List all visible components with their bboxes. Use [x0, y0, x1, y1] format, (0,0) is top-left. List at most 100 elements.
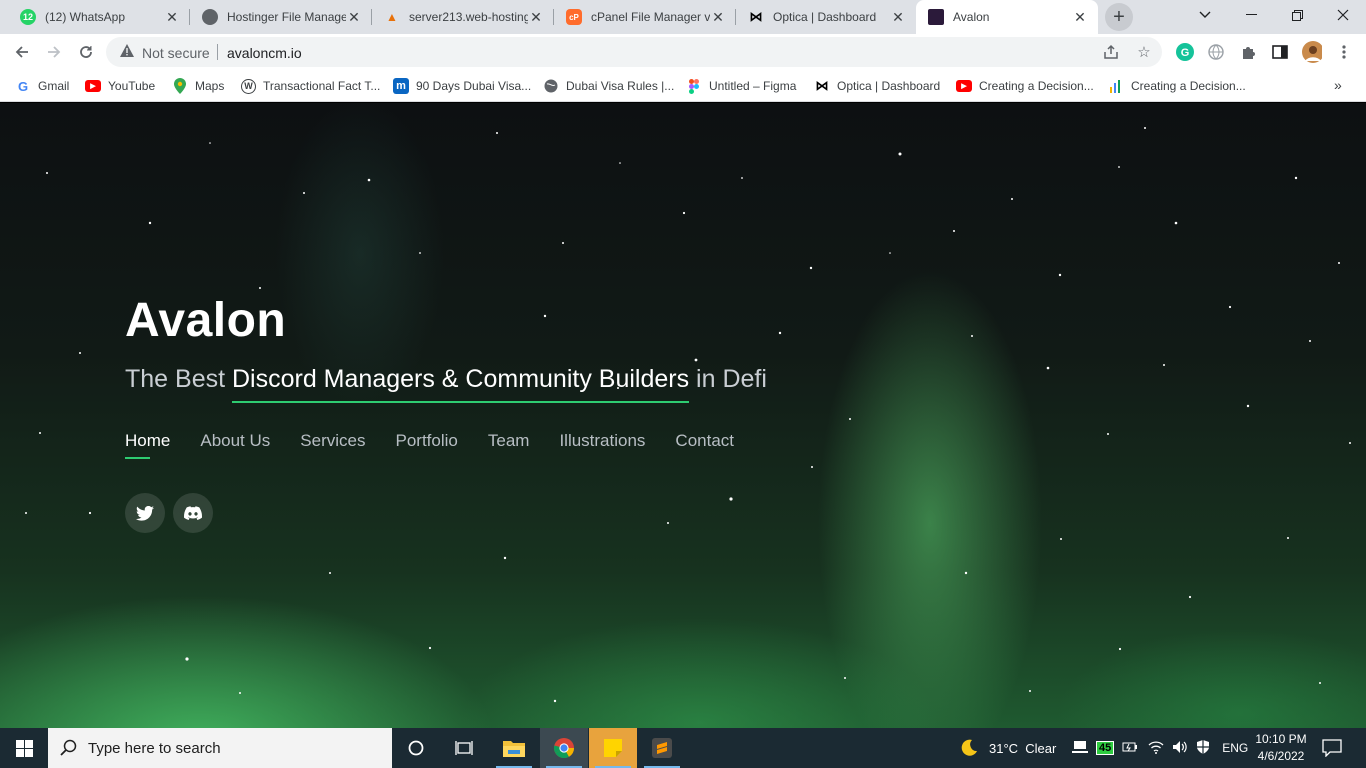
tray-badge[interactable]: 45 — [1096, 741, 1115, 755]
bookmark-maps[interactable]: Maps — [172, 77, 224, 95]
security-shield-icon[interactable] — [1196, 739, 1210, 758]
nav-home[interactable]: Home — [125, 431, 170, 459]
bookmark-label: Creating a Decision... — [1131, 79, 1246, 93]
minimize-button[interactable] — [1228, 0, 1274, 30]
discord-button[interactable] — [173, 493, 213, 533]
sticky-notes-button[interactable] — [589, 728, 637, 768]
chrome-button[interactable] — [540, 728, 588, 768]
file-explorer-button[interactable] — [490, 728, 538, 768]
close-icon[interactable]: ✕ — [528, 9, 544, 26]
nav-about-us[interactable]: About Us — [200, 431, 270, 451]
site-nav: Home About Us Services Portfolio Team Il… — [125, 431, 764, 459]
close-icon[interactable]: ✕ — [346, 9, 362, 26]
bookmark-dubai-visa[interactable]: Dubai Visa Rules |... — [543, 77, 674, 95]
profile-avatar[interactable] — [1302, 41, 1322, 63]
extensions-puzzle-icon[interactable] — [1238, 42, 1258, 62]
m-logo-icon: m — [393, 78, 409, 94]
clock[interactable]: 10:10 PM 4/6/2022 — [1250, 731, 1312, 765]
nav-services[interactable]: Services — [300, 431, 365, 451]
taskbar-search[interactable]: Type here to search — [48, 728, 392, 768]
tab-whatsapp[interactable]: 12 (12) WhatsApp ✕ — [8, 0, 190, 34]
nav-team[interactable]: Team — [488, 431, 530, 451]
address-bar[interactable]: Not secure avaloncm.io ☆ — [106, 37, 1162, 67]
forward-button[interactable] — [40, 38, 68, 66]
hero-section: Avalon The Best Discord Managers & Commu… — [0, 103, 1366, 728]
weather-text: 31°C Clear — [989, 740, 1057, 756]
network-drive-icon[interactable] — [1072, 740, 1088, 757]
figma-icon — [686, 78, 702, 94]
tab-title: (12) WhatsApp — [45, 10, 126, 24]
tab-server213[interactable]: ▲ server213.web-hosting ✕ — [372, 0, 554, 34]
security-label[interactable]: Not secure — [142, 45, 210, 61]
bookmark-figma[interactable]: Untitled – Figma — [686, 77, 796, 95]
language-indicator[interactable]: ENG — [1222, 741, 1248, 755]
restore-button[interactable] — [1274, 0, 1320, 30]
bookmark-gmail[interactable]: G Gmail — [15, 77, 69, 95]
bookmark-label: Optica | Dashboard — [837, 79, 941, 93]
chart-icon — [1108, 78, 1124, 94]
side-panel-icon[interactable] — [1270, 42, 1290, 62]
menu-kebab-icon[interactable] — [1334, 42, 1354, 62]
warning-icon[interactable] — [119, 43, 135, 64]
wifi-icon[interactable] — [1148, 740, 1164, 757]
tab-title: Optica | Dashboard — [773, 10, 877, 24]
tab-optica[interactable]: ⋈ Optica | Dashboard ✕ — [736, 0, 916, 34]
tab-cpanel[interactable]: cP cPanel File Manager v ✕ — [554, 0, 736, 34]
nav-contact[interactable]: Contact — [675, 431, 734, 451]
close-icon[interactable]: ✕ — [1072, 9, 1088, 26]
cpanel-icon: cP — [566, 9, 582, 25]
bowtie-icon: ⋈ — [815, 78, 829, 93]
bookmark-optica[interactable]: ⋈ Optica | Dashboard — [814, 77, 941, 95]
discord-icon — [184, 506, 202, 520]
clock-time: 10:10 PM — [1255, 732, 1307, 746]
notifications-button[interactable] — [1322, 728, 1342, 768]
close-icon[interactable]: ✕ — [164, 9, 180, 26]
hero-subtitle-highlight: Discord Managers & Community Builders — [232, 365, 690, 403]
url-text[interactable]: avaloncm.io — [227, 45, 302, 61]
grammarly-icon[interactable]: G — [1175, 42, 1195, 62]
bookmark-label: Dubai Visa Rules |... — [566, 79, 675, 93]
tab-title: Hostinger File Manager — [227, 10, 346, 24]
bookmark-label: Maps — [195, 79, 225, 93]
globe-extension-icon[interactable] — [1206, 42, 1226, 62]
sublime-text-button[interactable] — [638, 728, 686, 768]
weather-widget[interactable]: 31°C Clear — [959, 728, 1056, 768]
tab-search-chevron-icon[interactable] — [1182, 0, 1228, 30]
battery-icon[interactable] — [1122, 741, 1138, 756]
share-icon[interactable] — [1101, 42, 1121, 62]
windows-taskbar: Type here to search 31°C Clear 45 ENG 10… — [0, 728, 1366, 768]
nav-portfolio[interactable]: Portfolio — [395, 431, 457, 451]
bookmark-label: 90 Days Dubai Visa... — [416, 79, 532, 93]
close-icon[interactable]: ✕ — [890, 9, 906, 26]
bookmark-creating-decision-1[interactable]: ▶ Creating a Decision... — [956, 77, 1094, 95]
bookmark-90-days[interactable]: m 90 Days Dubai Visa... — [393, 77, 531, 95]
divider — [217, 44, 218, 60]
search-placeholder: Type here to search — [88, 739, 221, 757]
bookmark-label: Transactional Fact T... — [263, 79, 381, 93]
cortana-button[interactable] — [392, 728, 440, 768]
bookmark-creating-decision-2[interactable]: Creating a Decision... — [1108, 77, 1246, 95]
google-g-icon: G — [17, 78, 29, 94]
task-view-button[interactable] — [440, 728, 488, 768]
youtube-icon: ▶ — [85, 80, 101, 92]
bookmark-youtube[interactable]: ▶ YouTube — [85, 77, 155, 95]
reload-button[interactable] — [72, 38, 100, 66]
start-button[interactable] — [0, 728, 48, 768]
whatsapp-icon: 12 — [20, 9, 36, 25]
close-icon[interactable]: ✕ — [710, 9, 726, 26]
back-button[interactable] — [8, 38, 36, 66]
chrome-icon — [553, 738, 575, 759]
new-tab-button[interactable]: + — [1105, 3, 1133, 31]
tab-title: cPanel File Manager v — [591, 10, 710, 24]
tab-avalon[interactable]: Avalon ✕ — [916, 0, 1098, 34]
twitter-button[interactable] — [125, 493, 165, 533]
nav-illustrations[interactable]: Illustrations — [559, 431, 645, 451]
bookmark-transactional[interactable]: W Transactional Fact T... — [241, 77, 380, 95]
bookmark-star-icon[interactable]: ☆ — [1134, 42, 1154, 62]
volume-icon[interactable] — [1172, 740, 1188, 757]
hero-subtitle: The Best Discord Managers & Community Bu… — [125, 365, 767, 403]
browser-toolbar: Not secure avaloncm.io ☆ G — [0, 34, 1366, 70]
close-window-button[interactable] — [1320, 0, 1366, 30]
tab-hostinger[interactable]: Hostinger File Manager ✕ — [190, 0, 372, 34]
more-bookmarks-icon[interactable]: » — [1334, 77, 1342, 93]
